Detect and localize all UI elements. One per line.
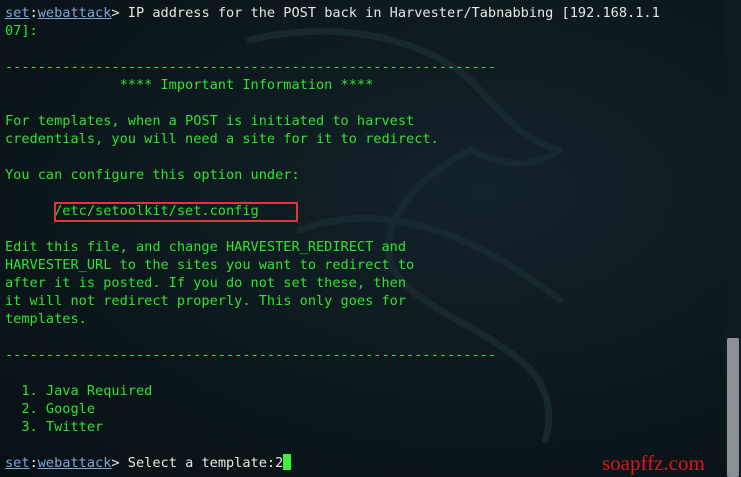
text-cursor	[283, 454, 292, 470]
vertical-scrollbar[interactable]	[725, 0, 741, 477]
prompt-symbol: >	[111, 5, 120, 21]
select-template-text: Select a template:	[119, 455, 276, 471]
info-text-line: credentials, you will need a site for it…	[5, 131, 439, 147]
prompt-symbol: >	[111, 455, 120, 471]
command-input[interactable]: 2	[275, 455, 283, 471]
config-path-highlight	[54, 202, 298, 222]
info-text-line: Edit this file, and change HARVESTER_RED…	[5, 239, 407, 255]
divider-bottom: ----------------------------------------…	[5, 347, 497, 363]
info-text-line: it will not redirect properly. This only…	[5, 293, 407, 309]
terminal-window[interactable]: set:webattack> IP address for the POST b…	[0, 0, 741, 477]
site-watermark: soapffz.com	[602, 451, 705, 475]
info-text-line: after it is posted. If you do not set th…	[5, 275, 407, 291]
ip-question-text: IP address for the POST back in Harveste…	[119, 5, 660, 21]
info-title: **** Important Information ****	[5, 77, 374, 93]
info-text-line: HARVESTER_URL to the sites you want to r…	[5, 257, 415, 273]
prompt-module: webattack	[37, 455, 112, 471]
info-text-line: You can configure this option under:	[5, 167, 300, 183]
prompt-separator: :	[29, 5, 38, 21]
info-text-line: templates.	[5, 311, 87, 327]
scrollbar-thumb[interactable]	[727, 338, 739, 477]
menu-item-twitter: 3. Twitter	[5, 419, 104, 435]
prompt-user: set	[5, 455, 30, 471]
menu-item-java-required: 1. Java Required	[5, 383, 153, 399]
divider-top: ----------------------------------------…	[5, 59, 497, 75]
prompt-separator: :	[29, 455, 38, 471]
info-text-line: For templates, when a POST is initiated …	[5, 113, 415, 129]
ip-question-continuation: 07]:	[5, 23, 38, 39]
prompt-line-ip: set:webattack> IP address for the POST b…	[5, 4, 660, 22]
prompt-module: webattack	[37, 5, 112, 21]
prompt-user: set	[5, 5, 30, 21]
menu-item-google: 2. Google	[5, 401, 96, 417]
prompt-line-select: set:webattack> Select a template:2	[5, 454, 292, 472]
